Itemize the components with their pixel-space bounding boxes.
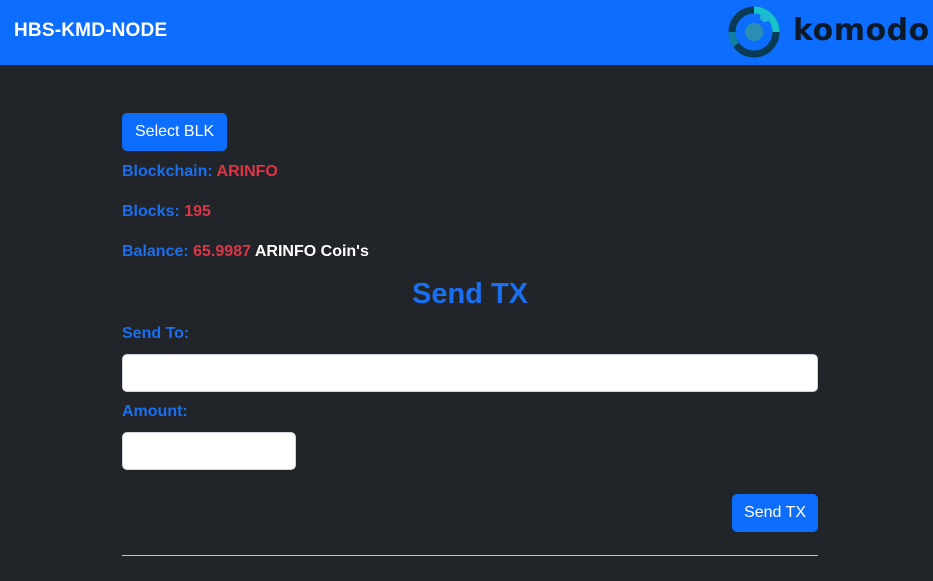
blockchain-info: Blockchain: ARINFO [122, 163, 278, 181]
balance-label: Balance: [122, 243, 189, 260]
blocks-label: Blocks: [122, 203, 180, 220]
balance-info: Balance: 65.9987 ARINFO Coin's [122, 243, 369, 261]
komodo-logo: komodo [727, 6, 930, 58]
blockchain-value: ARINFO [216, 163, 278, 180]
navbar-brand[interactable]: HBS-KMD-NODE [14, 20, 167, 42]
send-tx-button[interactable]: Send TX [732, 494, 818, 532]
amount-label: Amount: [122, 403, 188, 420]
balance-value: 65.9987 [193, 243, 251, 260]
komodo-logo-icon [728, 6, 780, 58]
send-to-label: Send To: [122, 325, 190, 342]
blocks-value: 195 [184, 203, 211, 220]
balance-unit: ARINFO Coin's [254, 243, 369, 260]
blocks-info: Blocks: 195 [122, 203, 211, 221]
komodo-logo-text: komodo [793, 13, 930, 48]
select-blk-button[interactable]: Select BLK [122, 113, 228, 151]
send-to-input[interactable] [122, 354, 818, 392]
send-tx-heading: Send TX [411, 278, 528, 310]
amount-input[interactable] [122, 432, 296, 470]
bottom-divider [122, 555, 818, 556]
top-navbar: HBS-KMD-NODE komodo [0, 0, 933, 65]
blockchain-label: Blockchain: [122, 163, 213, 180]
